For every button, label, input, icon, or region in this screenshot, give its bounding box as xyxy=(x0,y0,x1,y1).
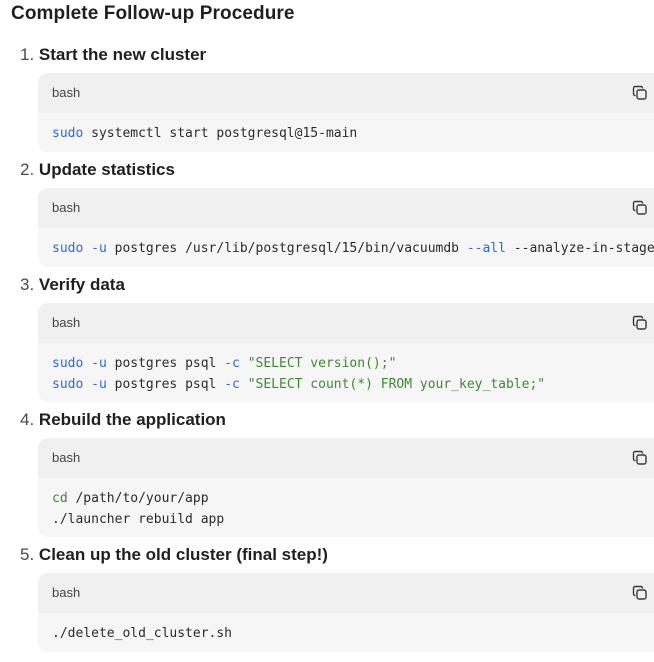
step-heading: 3. Verify data xyxy=(20,274,125,296)
copy-icon[interactable] xyxy=(632,450,650,468)
step-title: Verify data xyxy=(38,275,125,294)
code-body: ./delete_old_cluster.sh xyxy=(38,613,654,644)
step-heading: 5. Clean up the old cluster (final step!… xyxy=(20,544,328,566)
step-title: Clean up the old cluster (final step!) xyxy=(38,545,328,564)
code-token: -u xyxy=(91,356,107,371)
code-line: sudo systemctl start postgresql@15-main xyxy=(52,123,654,144)
step-number: 3. xyxy=(20,275,35,294)
step-heading: 1. Start the new cluster xyxy=(20,44,206,66)
code-line: ./delete_old_cluster.sh xyxy=(52,623,654,644)
code-language-label: bash xyxy=(52,585,81,600)
code-header: bash xyxy=(38,438,654,478)
code-language-label: bash xyxy=(52,85,81,100)
code-language-label: bash xyxy=(52,200,81,215)
code-token: cd xyxy=(52,491,68,506)
page: Complete Follow-up Procedure 1. Start th… xyxy=(0,0,654,662)
code-token: postgres psql xyxy=(106,356,225,371)
code-token: -c xyxy=(224,377,240,392)
code-body: sudo -u postgres /usr/lib/postgresql/15/… xyxy=(38,228,654,259)
code-line: sudo -u postgres psql -c "SELECT version… xyxy=(52,353,654,374)
step-title: Start the new cluster xyxy=(38,45,207,64)
code-body: sudo -u postgres psql -c "SELECT version… xyxy=(38,343,654,395)
step-number: 1. xyxy=(20,45,35,64)
code-token: --all xyxy=(466,241,506,256)
step-title: Update statistics xyxy=(38,160,175,179)
copy-icon[interactable] xyxy=(632,585,650,603)
copy-icon[interactable] xyxy=(632,315,650,333)
copy-icon[interactable] xyxy=(632,200,650,218)
code-token: ./launcher rebuild app xyxy=(52,512,225,527)
code-token: sudo xyxy=(52,356,84,371)
code-token: postgres psql xyxy=(106,377,225,392)
code-token: sudo xyxy=(52,377,84,392)
code-header: bash xyxy=(38,573,654,613)
code-token: postgres /usr/lib/postgresql/15/bin/vacu… xyxy=(106,241,467,256)
step-heading: 2. Update statistics xyxy=(20,159,175,181)
code-line: cd /path/to/your/app xyxy=(52,488,654,509)
copy-icon[interactable] xyxy=(632,85,650,103)
code-header: bash xyxy=(38,73,654,113)
code-body: cd /path/to/your/app ./launcher rebuild a… xyxy=(38,478,654,530)
code-token: -u xyxy=(91,377,107,392)
code-line: sudo -u postgres /usr/lib/postgresql/15/… xyxy=(52,238,654,259)
code-language-label: bash xyxy=(52,315,81,330)
code-line: sudo -u postgres psql -c "SELECT count(*… xyxy=(52,374,654,395)
code-header: bash xyxy=(38,188,654,228)
step-number: 2. xyxy=(20,160,35,179)
code-block: bash ./delete_old_cluster.sh xyxy=(38,573,654,652)
step-number: 4. xyxy=(20,410,35,429)
code-token: ./delete_old_cluster.sh xyxy=(52,626,233,641)
code-token: --analyze-in-stages xyxy=(505,241,654,256)
code-line: ./launcher rebuild app xyxy=(52,509,654,530)
code-block: bash cd /path/to/your/app ./launcher rebu… xyxy=(38,438,654,537)
step-heading: 4. Rebuild the application xyxy=(20,409,226,431)
code-token: sudo xyxy=(52,126,84,141)
code-block: bash sudo -u postgres psql -c "SELECT ve… xyxy=(38,303,654,402)
code-token: -c xyxy=(224,356,240,371)
code-block: bash sudo systemctl start postgresql@15-… xyxy=(38,73,654,152)
code-token: sudo xyxy=(52,241,84,256)
code-language-label: bash xyxy=(52,450,81,465)
step-number: 5. xyxy=(20,545,35,564)
code-token: "SELECT version();" xyxy=(247,356,397,371)
code-block: bash sudo -u postgres /usr/lib/postgresq… xyxy=(38,188,654,267)
code-token: "SELECT count(*) FROM your_key_table;" xyxy=(247,377,546,392)
code-header: bash xyxy=(38,303,654,343)
code-token: systemctl start postgresql@15-main xyxy=(83,126,358,141)
step-title: Rebuild the application xyxy=(38,410,226,429)
code-body: sudo systemctl start postgresql@15-main xyxy=(38,113,654,144)
page-title: Complete Follow-up Procedure xyxy=(11,3,295,24)
code-token: /path/to/your/app xyxy=(67,491,209,506)
code-token: -u xyxy=(91,241,107,256)
